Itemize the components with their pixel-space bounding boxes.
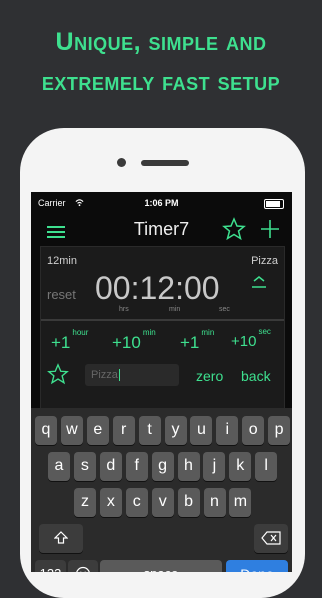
key-b[interactable]: b bbox=[178, 488, 200, 517]
key-d[interactable]: d bbox=[100, 452, 122, 481]
add-one-minute-button[interactable]: +1min bbox=[180, 333, 212, 353]
key-z[interactable]: z bbox=[74, 488, 96, 517]
increment-value: +10 bbox=[112, 333, 141, 352]
reset-button[interactable]: reset bbox=[47, 287, 76, 302]
add-ten-minutes-button[interactable]: +10min bbox=[112, 333, 154, 353]
chevron-up-icon[interactable] bbox=[250, 274, 268, 290]
battery-icon bbox=[264, 199, 284, 209]
delete-key[interactable] bbox=[254, 524, 288, 553]
done-key[interactable]: Done bbox=[226, 560, 288, 572]
key-a[interactable]: a bbox=[48, 452, 70, 481]
timer-display: 00:12:00 bbox=[95, 270, 220, 307]
timer-name-label: Pizza bbox=[251, 255, 278, 267]
headline-line-1: Unique, simple and bbox=[0, 28, 322, 57]
key-x[interactable]: x bbox=[100, 488, 122, 517]
add-one-hour-button[interactable]: +1hour bbox=[51, 333, 86, 353]
key-y[interactable]: y bbox=[165, 416, 187, 445]
key-f[interactable]: f bbox=[126, 452, 148, 481]
add-ten-seconds-button[interactable]: +10sec bbox=[231, 333, 269, 350]
emoji-key[interactable] bbox=[68, 560, 98, 572]
key-l[interactable]: l bbox=[255, 452, 277, 481]
key-r[interactable]: r bbox=[113, 416, 135, 445]
key-u[interactable]: u bbox=[190, 416, 212, 445]
key-t[interactable]: t bbox=[139, 416, 161, 445]
nav-title: Timer7 bbox=[31, 219, 292, 240]
favorite-star-icon[interactable] bbox=[47, 363, 69, 385]
key-j[interactable]: j bbox=[203, 452, 225, 481]
status-bar: Carrier 1:06 PM bbox=[31, 192, 292, 212]
nav-bar: Timer7 bbox=[31, 212, 292, 246]
increment-unit: min bbox=[143, 328, 156, 337]
increment-unit: sec bbox=[258, 327, 270, 336]
phone-screen: Carrier 1:06 PM Timer7 12min Pizza reset… bbox=[31, 192, 292, 572]
key-c[interactable]: c bbox=[126, 488, 148, 517]
numbers-key[interactable]: 123 bbox=[35, 560, 66, 572]
key-w[interactable]: w bbox=[61, 416, 83, 445]
key-m[interactable]: m bbox=[229, 488, 251, 517]
key-e[interactable]: e bbox=[87, 416, 109, 445]
shift-key[interactable] bbox=[39, 524, 83, 553]
shift-icon bbox=[54, 531, 68, 545]
key-q[interactable]: q bbox=[35, 416, 57, 445]
key-k[interactable]: k bbox=[229, 452, 251, 481]
key-v[interactable]: v bbox=[152, 488, 174, 517]
minutes-unit-label: min bbox=[169, 306, 180, 313]
increment-value: +1 bbox=[51, 333, 70, 352]
timer-name-input-value: Pizza bbox=[91, 369, 118, 381]
increment-value: +1 bbox=[180, 333, 199, 352]
add-icon[interactable] bbox=[258, 217, 282, 241]
back-button[interactable]: back bbox=[241, 368, 271, 384]
star-icon[interactable] bbox=[222, 217, 246, 241]
key-n[interactable]: n bbox=[204, 488, 226, 517]
key-s[interactable]: s bbox=[74, 452, 96, 481]
space-key[interactable]: space bbox=[100, 560, 222, 572]
backspace-icon bbox=[261, 531, 281, 545]
status-time: 1:06 PM bbox=[31, 198, 292, 208]
headline-line-2: extremely fast setup bbox=[0, 68, 322, 97]
key-h[interactable]: h bbox=[178, 452, 200, 481]
increment-unit: hour bbox=[72, 328, 88, 337]
emoji-icon bbox=[75, 566, 91, 572]
increment-value: +10 bbox=[231, 333, 256, 350]
zero-button[interactable]: zero bbox=[196, 368, 223, 384]
increment-unit: min bbox=[201, 328, 214, 337]
speaker-grille bbox=[141, 160, 189, 166]
timer-name-input[interactable]: Pizza bbox=[85, 364, 179, 386]
hours-unit-label: hrs bbox=[119, 306, 129, 313]
camera-icon bbox=[117, 158, 126, 167]
duration-label: 12min bbox=[47, 255, 77, 267]
key-i[interactable]: i bbox=[216, 416, 238, 445]
keyboard: qwertyuiop asdfghjkl zxcvbnm 123 space D… bbox=[31, 408, 292, 572]
seconds-unit-label: sec bbox=[219, 306, 230, 313]
divider bbox=[41, 319, 284, 321]
key-g[interactable]: g bbox=[152, 452, 174, 481]
key-p[interactable]: p bbox=[268, 416, 290, 445]
key-o[interactable]: o bbox=[242, 416, 264, 445]
